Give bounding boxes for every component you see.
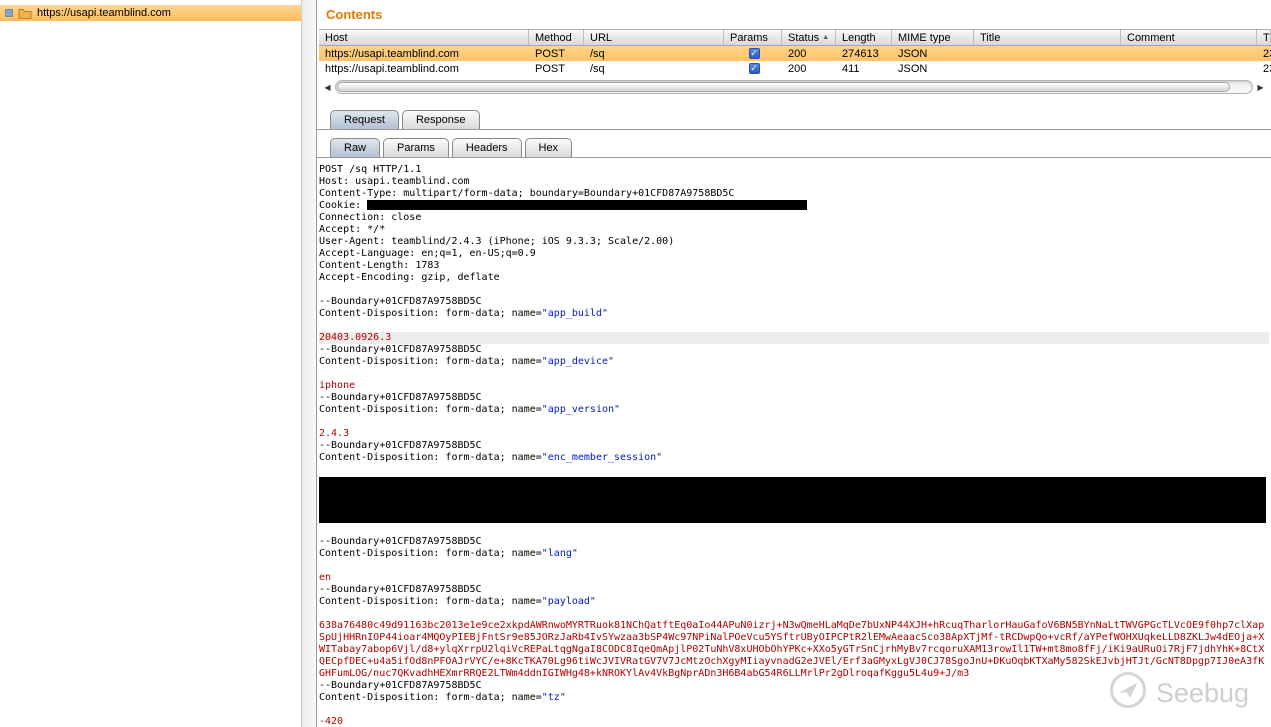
sitemap-item-label: https://usapi.teamblind.com bbox=[37, 7, 171, 19]
tab-response[interactable]: Response bbox=[401, 110, 480, 129]
params-checkbox[interactable]: ✓ bbox=[748, 63, 760, 74]
raw-line: iphone bbox=[319, 380, 356, 391]
sitemap-tree: https://usapi.teamblind.com bbox=[0, 0, 301, 727]
scroll-thumb[interactable] bbox=[337, 82, 1230, 92]
raw-line: --Boundary+01CFD87A9758BD5C bbox=[319, 680, 482, 691]
raw-params-headers-hex-tabs: Raw Params Headers Hex bbox=[317, 133, 1271, 158]
cell-url[interactable]: /sq bbox=[584, 48, 724, 60]
redacted-cookie-bar bbox=[367, 200, 808, 210]
cell-status[interactable]: 200 bbox=[782, 63, 836, 75]
subtab-hex[interactable]: Hex bbox=[524, 138, 573, 157]
raw-line: Content-Disposition: form-data; name="ap… bbox=[319, 308, 608, 319]
raw-line: Content-Type: multipart/form-data; bound… bbox=[319, 188, 735, 199]
subtab-headers[interactable]: Headers bbox=[451, 138, 522, 157]
table-horizontal-scrollbar[interactable]: ◀ ▶ bbox=[317, 79, 1271, 95]
request-response-tabs: Request Response bbox=[317, 105, 1271, 130]
cell-host[interactable]: https://usapi.teamblind.com bbox=[319, 48, 529, 60]
raw-line: Accept: */* bbox=[319, 224, 386, 235]
raw-line: 638a76480c49d91163bc2013e1e9ce2xkpdAWRnw… bbox=[319, 620, 1265, 679]
sidebar-vertical-scrollbar[interactable] bbox=[301, 0, 316, 727]
params-checkbox[interactable]: ✓ bbox=[748, 48, 760, 59]
cell-params[interactable]: ✓ bbox=[724, 48, 782, 59]
raw-line bbox=[319, 368, 1269, 380]
table-header: Host Method URL Params Status ▲ Length MIME typ… bbox=[319, 29, 1271, 46]
raw-line bbox=[319, 524, 1269, 536]
raw-line bbox=[319, 464, 1269, 476]
sitemap-sidebar: https://usapi.teamblind.com bbox=[0, 0, 317, 727]
raw-line: User-Agent: teamblind/2.4.3 (iPhone; iOS… bbox=[319, 236, 675, 247]
column-header-length[interactable]: Length bbox=[836, 30, 892, 45]
raw-line: --Boundary+01CFD87A9758BD5C bbox=[319, 440, 482, 451]
raw-line: Accept-Encoding: gzip, deflate bbox=[319, 272, 500, 283]
cell-time[interactable]: 23 bbox=[1257, 63, 1271, 75]
requests-table: Host Method URL Params Status ▲ Length MIME typ… bbox=[319, 29, 1271, 76]
raw-line: --Boundary+01CFD87A9758BD5C bbox=[319, 536, 482, 547]
sitemap-item-usapi-teamblind[interactable]: https://usapi.teamblind.com bbox=[0, 5, 301, 21]
raw-line bbox=[319, 560, 1269, 572]
proxy-tool-window: https://usapi.teamblind.com Contents Hos… bbox=[0, 0, 1271, 727]
raw-line: Content-Disposition: form-data; name="en… bbox=[319, 452, 663, 463]
raw-line: --Boundary+01CFD87A9758BD5C bbox=[319, 584, 482, 595]
raw-line: Content-Disposition: form-data; name="la… bbox=[319, 548, 578, 559]
cell-params[interactable]: ✓ bbox=[724, 63, 782, 74]
raw-line bbox=[319, 320, 1269, 332]
subtab-params[interactable]: Params bbox=[383, 138, 449, 157]
column-header-params[interactable]: Params bbox=[724, 30, 782, 45]
table-row[interactable]: https://usapi.teamblind.com POST/sq ✓ 200 27… bbox=[319, 46, 1271, 61]
column-header-comment[interactable]: Comment bbox=[1121, 30, 1257, 45]
raw-line: Content-Length: 1783 bbox=[319, 260, 440, 271]
subtab-raw[interactable]: Raw bbox=[330, 138, 381, 157]
cell-url[interactable]: /sq bbox=[584, 63, 724, 75]
raw-line bbox=[319, 284, 1269, 296]
raw-line: Content-Disposition: form-data; name="ap… bbox=[319, 356, 615, 367]
column-header-host[interactable]: Host bbox=[319, 30, 529, 45]
scroll-track[interactable] bbox=[335, 80, 1253, 94]
redacted-session-block bbox=[319, 477, 1266, 523]
cell-mime[interactable]: JSON bbox=[892, 63, 974, 75]
cell-method[interactable]: POST bbox=[529, 63, 584, 75]
raw-line bbox=[319, 704, 1269, 716]
cell-status[interactable]: 200 bbox=[782, 48, 836, 60]
scroll-right-button[interactable]: ▶ bbox=[1253, 80, 1268, 94]
cell-length[interactable]: 411 bbox=[836, 63, 892, 75]
raw-line: Cookie: bbox=[319, 200, 1269, 212]
column-header-url[interactable]: URL bbox=[584, 30, 724, 45]
cell-host[interactable]: https://usapi.teamblind.com bbox=[319, 63, 529, 75]
cell-method[interactable]: POST bbox=[529, 48, 584, 60]
contents-title: Contents bbox=[326, 7, 383, 22]
raw-line: 20403.0926.3 bbox=[319, 332, 1269, 344]
tab-request[interactable]: Request bbox=[330, 110, 399, 129]
column-header-title[interactable]: Title bbox=[974, 30, 1121, 45]
raw-line: Content-Disposition: form-data; name="ap… bbox=[319, 404, 621, 415]
column-header-method[interactable]: Method bbox=[529, 30, 584, 45]
raw-line: Content-Disposition: form-data; name="tz… bbox=[319, 692, 566, 703]
cell-length[interactable]: 274613 bbox=[836, 48, 892, 60]
scroll-left-button[interactable]: ◀ bbox=[320, 80, 335, 94]
table-body: https://usapi.teamblind.com POST/sq ✓ 200 27… bbox=[319, 46, 1271, 76]
table-row[interactable]: https://usapi.teamblind.com POST/sq ✓ 200 41… bbox=[319, 61, 1271, 76]
raw-line: --Boundary+01CFD87A9758BD5C bbox=[319, 344, 482, 355]
folder-icon bbox=[18, 8, 32, 19]
column-header-ti[interactable]: Ti bbox=[1257, 30, 1271, 45]
sort-ascending-icon: ▲ bbox=[822, 34, 830, 41]
raw-line bbox=[319, 416, 1269, 428]
cell-mime[interactable]: JSON bbox=[892, 48, 974, 60]
raw-request-view[interactable]: POST /sq HTTP/1.1 Host: usapi.teamblind.c… bbox=[317, 158, 1271, 727]
raw-line: en bbox=[319, 572, 332, 583]
raw-line: Content-Disposition: form-data; name="pa… bbox=[319, 596, 596, 607]
raw-line: -420 bbox=[319, 716, 344, 727]
tree-disclosure-icon[interactable] bbox=[5, 9, 13, 17]
raw-line: Connection: close bbox=[319, 212, 422, 223]
column-header-mime-type[interactable]: MIME type bbox=[892, 30, 974, 45]
raw-line bbox=[319, 608, 1269, 620]
raw-line: Host: usapi.teamblind.com bbox=[319, 176, 470, 187]
column-header-status[interactable]: Status ▲ bbox=[782, 30, 836, 45]
raw-line: --Boundary+01CFD87A9758BD5C bbox=[319, 296, 482, 307]
contents-panel: Contents Host Method URL Params Status ▲ Lengt… bbox=[317, 0, 1271, 727]
cell-time[interactable]: 23 bbox=[1257, 48, 1271, 60]
raw-line: --Boundary+01CFD87A9758BD5C bbox=[319, 392, 482, 403]
raw-line: 2.4.3 bbox=[319, 428, 350, 439]
raw-line: POST /sq HTTP/1.1 bbox=[319, 164, 422, 175]
raw-line: Accept-Language: en;q=1, en-US;q=0.9 bbox=[319, 248, 536, 259]
